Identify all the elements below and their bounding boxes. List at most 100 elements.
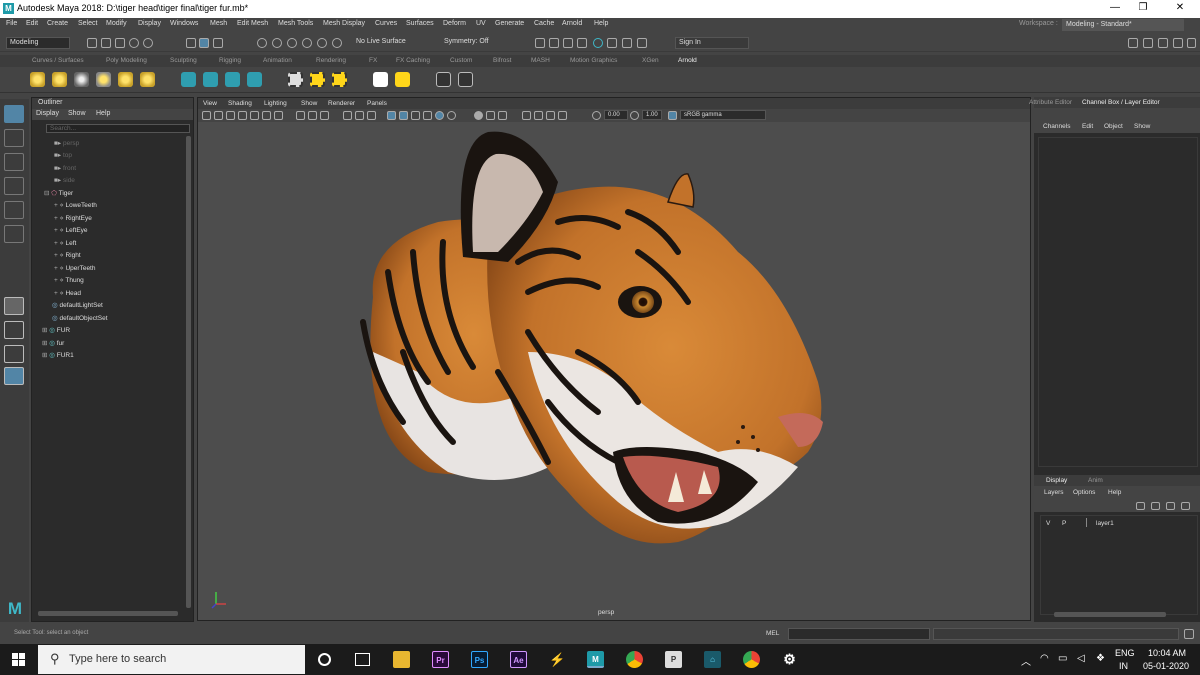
skydome-light-icon[interactable] [96,72,111,87]
outliner-camera-top[interactable]: ■▸ top [54,151,72,162]
menu-surfaces[interactable]: Surfaces [406,20,434,27]
single-view-icon[interactable] [4,297,24,315]
layer-move-down-icon[interactable] [1151,502,1160,510]
tool-settings-icon[interactable] [1158,38,1168,48]
select-object-icon[interactable] [199,38,209,48]
layer-move-up-icon[interactable] [1136,502,1145,510]
menu-select[interactable]: Select [78,20,97,27]
menu-display[interactable]: Display [138,20,161,27]
film-gate-icon[interactable] [296,111,305,120]
flush-cache-icon[interactable] [225,72,240,87]
cortana-icon[interactable] [318,653,331,666]
taskbar-search-box[interactable]: ⚲ Type here to search [38,645,305,674]
menu-edit-mesh[interactable]: Edit Mesh [237,20,268,27]
clock-time[interactable]: 10:04 AM [1148,648,1186,658]
shelf-tab-arnold[interactable]: Arnold [678,57,697,64]
export-scene-icon[interactable] [332,72,347,87]
menu-cache[interactable]: Cache [534,20,554,27]
exposure-field[interactable]: 0.00 [604,110,628,120]
outliner-layout-icon[interactable] [4,367,24,385]
menu-curves[interactable]: Curves [375,20,397,27]
workspace-dropdown[interactable]: Modeling - Standard* [1062,19,1184,31]
hypershade-icon[interactable] [593,38,603,48]
tab-channel-box[interactable]: Channel Box / Layer Editor [1082,99,1160,106]
xray-joints-icon[interactable] [498,111,507,120]
pause-render-icon[interactable] [637,38,647,48]
viewport-menu-renderer[interactable]: Renderer [328,100,355,107]
menu-help[interactable]: Help [594,20,608,27]
rotate-tool-icon[interactable] [4,201,24,219]
viewport-menu-shading[interactable]: Shading [228,100,252,107]
lasso-tool-icon[interactable] [4,129,24,147]
select-component-icon[interactable] [213,38,223,48]
new-layer-selected-icon[interactable] [1181,502,1190,510]
channel-menu-edit[interactable]: Edit [1082,123,1093,130]
viewport-menu-lighting[interactable]: Lighting [264,100,287,107]
outliner-item-head[interactable]: + ⋄ Head [54,289,81,300]
colorspace-dropdown[interactable]: sRGB gamma [680,110,766,120]
chevron-up-icon[interactable]: ︿ [1021,653,1031,668]
settings-gear-icon[interactable]: ⚙ [781,651,798,668]
redo-icon[interactable] [143,38,153,48]
gamma-field[interactable]: 1.00 [642,110,662,120]
shelf-tab-xgen[interactable]: XGen [642,57,659,64]
outliner-set-object[interactable]: ◎ defaultObjectSet [52,314,108,325]
viewport-menu-show[interactable]: Show [301,100,317,107]
render-view-icon[interactable] [373,72,388,87]
menu-deform[interactable]: Deform [443,20,466,27]
xray-components-icon[interactable] [522,111,531,120]
outliner-item-fur[interactable]: ⊞ ◎ fur [42,339,64,350]
four-view-icon[interactable] [4,321,24,339]
snap-curve-icon[interactable] [272,38,282,48]
photometric-light-icon[interactable] [74,72,89,87]
clock-date[interactable]: 05-01-2020 [1143,661,1189,671]
xray-icon[interactable] [486,111,495,120]
outliner-item-right[interactable]: + ⋄ Right [54,251,81,262]
tab-anim-layers[interactable]: Anim [1088,477,1103,484]
volume-icon[interactable]: ◁ [1077,653,1085,664]
premiere-icon[interactable]: Pr [432,651,449,668]
maya-taskbar-icon[interactable]: M [587,651,604,668]
grease-pencil-icon[interactable] [262,111,271,120]
tab-display-layers[interactable]: Display [1046,477,1067,484]
channel-menu-channels[interactable]: Channels [1043,123,1070,130]
menu-edit[interactable]: Edit [26,20,38,27]
outliner-camera-front[interactable]: ■▸ front [54,164,76,175]
export-selection-icon[interactable] [310,72,325,87]
arnold-render-icon[interactable] [607,38,617,48]
area-light-icon[interactable] [30,72,45,87]
modeling-toolkit-icon[interactable] [1128,38,1138,48]
standin-icon[interactable] [181,72,196,87]
outliner-item-thung[interactable]: + ⋄ Thung [54,276,84,287]
render-history-icon[interactable] [535,38,545,48]
resolution-gate-icon[interactable] [308,111,317,120]
tiger-model[interactable] [360,131,823,544]
backface-icon[interactable] [534,111,543,120]
outliner-group-tiger[interactable]: ⊟ ⬠ Tiger [44,189,73,200]
shelf-tab-mash[interactable]: MASH [531,57,550,64]
ipr-render-icon[interactable] [563,38,573,48]
shelf-tab-fx-caching[interactable]: FX Caching [396,57,430,64]
outliner-item-righteye[interactable]: + ⋄ RightEye [54,214,92,225]
outliner-set-light[interactable]: ◎ defaultLightSet [52,301,103,312]
outliner-menu-display[interactable]: Display [36,110,59,117]
play-icon[interactable] [458,72,473,87]
hud-icon[interactable] [546,111,555,120]
shadows-icon[interactable] [423,111,432,120]
outliner-menu-help[interactable]: Help [96,110,110,117]
tab-attribute-editor[interactable]: Attribute Editor [1029,99,1072,106]
select-tool-icon[interactable] [4,105,24,123]
save-scene-icon[interactable] [115,38,125,48]
tx-manager-icon[interactable] [247,72,262,87]
eye-icon[interactable] [436,72,451,87]
minimize-button[interactable]: — [1100,2,1130,16]
photoshop-icon[interactable]: Ps [471,651,488,668]
menu-modify[interactable]: Modify [106,20,127,27]
outliner-item-left[interactable]: + ⋄ Left [54,239,76,250]
magnet-icon[interactable] [332,38,342,48]
image-plane-icon[interactable] [238,111,247,120]
ipr-icon[interactable] [395,72,410,87]
windows-start-icon[interactable] [12,653,25,666]
snap-view-icon[interactable] [302,38,312,48]
gamma-icon[interactable] [630,111,639,120]
